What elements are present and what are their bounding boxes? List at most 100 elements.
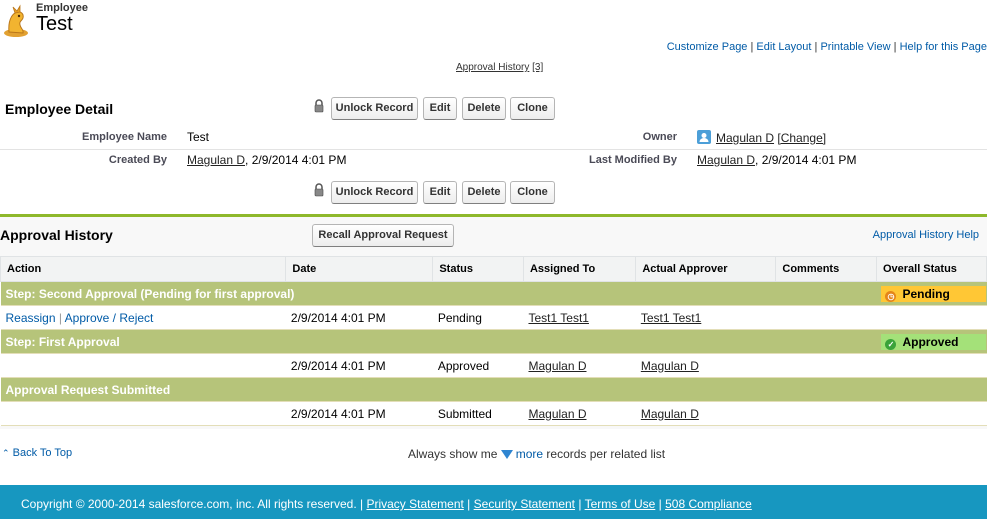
owner-label: Owner xyxy=(642,131,677,143)
overall-status-empty xyxy=(876,401,987,426)
field-divider xyxy=(0,149,987,150)
page-footer: Copyright © 2000-2014 salesforce.com, in… xyxy=(0,485,987,519)
date-cell: 2/9/2014 4:01 PM xyxy=(285,401,433,426)
overall-status-cell: ✓ Approved xyxy=(876,329,987,354)
overall-status-empty xyxy=(876,305,987,330)
edit-layout-link[interactable]: Edit Layout xyxy=(756,41,811,53)
step-label: Approval Request Submitted xyxy=(0,377,987,402)
status-cell: Pending xyxy=(432,305,524,330)
more-link[interactable]: more xyxy=(516,447,543,461)
owner-value: Magulan D [Change] xyxy=(716,131,826,145)
assigned-to-link[interactable]: Magulan D xyxy=(528,359,586,373)
assigned-to-link[interactable]: Test1 Test1 xyxy=(528,311,588,325)
comments-cell xyxy=(775,353,877,378)
actual-approver-link[interactable]: Test1 Test1 xyxy=(641,311,701,325)
reassign-link[interactable]: Reassign xyxy=(6,311,56,325)
always-show-suffix: records per related list xyxy=(546,447,666,461)
column-header-assigned-to: Assigned To xyxy=(522,256,637,282)
approved-check-icon: ✓ xyxy=(885,338,897,350)
detail-section-title: Employee Detail xyxy=(5,101,114,117)
table-row: 2/9/2014 4:01 PM Submitted Magulan D Mag… xyxy=(0,401,987,426)
actual-approver-cell: Magulan D xyxy=(635,353,776,378)
owner-link[interactable]: Magulan D xyxy=(716,131,774,145)
assigned-to-cell: Magulan D xyxy=(523,353,636,378)
pending-clock-icon: ◷ xyxy=(885,290,897,302)
back-to-top-link[interactable]: Back To Top xyxy=(13,447,73,459)
column-header-comments: Comments xyxy=(775,256,877,282)
approval-history-help-link[interactable]: Approval History Help xyxy=(873,229,979,241)
owner-change-link[interactable]: [Change] xyxy=(777,131,826,145)
508-compliance-link[interactable]: 508 Compliance xyxy=(665,497,752,511)
action-cell: Reassign | Approve / Reject xyxy=(0,305,286,330)
column-header-overall-status: Overall Status xyxy=(875,256,987,282)
edit-button[interactable]: Edit xyxy=(423,97,457,120)
created-by-user-link[interactable]: Magulan D xyxy=(187,153,245,167)
always-show-prefix: Always show me xyxy=(408,447,498,461)
status-cell: Submitted xyxy=(432,401,524,426)
approval-history-table: Action Date Status Assigned To Actual Ap… xyxy=(0,256,987,426)
help-for-page-link[interactable]: Help for this Page xyxy=(900,41,987,53)
overall-status-approved: ✓ Approved xyxy=(881,333,987,350)
user-avatar-icon xyxy=(697,130,711,144)
last-modified-user-link[interactable]: Magulan D xyxy=(697,153,755,167)
status-cell: Approved xyxy=(432,353,524,378)
overall-status-text: Pending xyxy=(902,286,950,301)
unlock-record-button[interactable]: Unlock Record xyxy=(331,97,418,120)
delete-button-bottom[interactable]: Delete xyxy=(462,181,506,204)
action-separator: | xyxy=(55,310,65,325)
customize-page-link[interactable]: Customize Page xyxy=(667,41,748,53)
created-by-label: Created By xyxy=(108,154,167,166)
actual-approver-cell: Test1 Test1 xyxy=(635,305,776,330)
date-cell: 2/9/2014 4:01 PM xyxy=(285,353,433,378)
comments-cell xyxy=(775,305,877,330)
column-header-status: Status xyxy=(432,256,524,282)
column-header-date: Date xyxy=(285,256,434,282)
actual-approver-link[interactable]: Magulan D xyxy=(641,407,699,421)
edit-button-bottom[interactable]: Edit xyxy=(423,181,457,204)
assigned-to-link[interactable]: Magulan D xyxy=(528,407,586,421)
step-row: Step: First Approval ✓ Approved xyxy=(0,329,987,354)
overall-status-text: Approved xyxy=(902,334,959,349)
approval-history-title: Approval History xyxy=(0,227,113,243)
step-row: Step: Second Approval (Pending for first… xyxy=(0,281,987,306)
created-by-value: Magulan D, 2/9/2014 4:01 PM xyxy=(187,153,346,167)
approval-history-jump-text[interactable]: Approval History xyxy=(456,62,529,73)
step-label: Step: First Approval xyxy=(0,329,877,354)
unlock-record-button-bottom[interactable]: Unlock Record xyxy=(331,181,418,204)
terms-of-use-link[interactable]: Terms of Use xyxy=(585,497,656,511)
printable-view-link[interactable]: Printable View xyxy=(820,41,890,53)
overall-status-cell: ◷ Pending xyxy=(876,281,987,306)
back-to-top-arrow-icon: ⌃ xyxy=(2,448,10,458)
last-modified-date: , 2/9/2014 4:01 PM xyxy=(755,153,857,167)
recall-approval-button[interactable]: Recall Approval Request xyxy=(312,224,454,247)
step-label: Step: Second Approval (Pending for first… xyxy=(0,281,877,306)
approve-reject-link[interactable]: Approve / Reject xyxy=(65,311,154,325)
privacy-statement-link[interactable]: Privacy Statement xyxy=(366,497,463,511)
table-row: Reassign | Approve / Reject 2/9/2014 4:0… xyxy=(0,305,987,330)
overall-status-pending: ◷ Pending xyxy=(881,285,987,302)
table-row: 2/9/2014 4:01 PM Approved Magulan D Magu… xyxy=(0,353,987,378)
back-to-top[interactable]: ⌃ Back To Top xyxy=(2,447,72,459)
column-header-actual-approver: Actual Approver xyxy=(635,256,777,282)
table-header-row: Action Date Status Assigned To Actual Ap… xyxy=(0,256,987,282)
overall-status-empty xyxy=(876,353,987,378)
lock-icon xyxy=(314,183,324,197)
approval-history-jump-link[interactable]: Approval History [3] xyxy=(456,62,543,73)
clone-button[interactable]: Clone xyxy=(510,97,555,120)
delete-button[interactable]: Delete xyxy=(462,97,506,120)
last-modified-value: Magulan D, 2/9/2014 4:01 PM xyxy=(697,153,856,167)
security-statement-link[interactable]: Security Statement xyxy=(474,497,575,511)
action-cell xyxy=(0,401,286,426)
actual-approver-cell: Magulan D xyxy=(635,401,776,426)
column-header-action: Action xyxy=(0,256,287,282)
actual-approver-link[interactable]: Magulan D xyxy=(641,359,699,373)
employee-name-value: Test xyxy=(187,130,210,144)
page-title: Test xyxy=(36,13,73,35)
created-by-date: , 2/9/2014 4:01 PM xyxy=(245,153,347,167)
last-modified-label: Last Modified By xyxy=(588,154,677,166)
step-row: Approval Request Submitted xyxy=(0,377,987,402)
clone-button-bottom[interactable]: Clone xyxy=(510,181,555,204)
assigned-to-cell: Magulan D xyxy=(523,401,636,426)
approval-history-count[interactable]: [3] xyxy=(532,62,543,73)
more-triangle-icon[interactable] xyxy=(500,450,513,459)
